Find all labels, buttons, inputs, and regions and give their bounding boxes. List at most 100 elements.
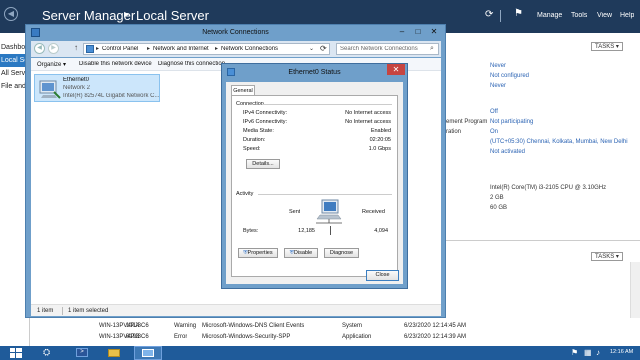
section-divider bbox=[446, 240, 640, 241]
event-source: Microsoft-Windows-Security-SPP bbox=[202, 334, 291, 340]
properties-button[interactable]: ⛨Properties bbox=[238, 248, 278, 258]
up-arrow-icon[interactable]: ↑ bbox=[74, 43, 78, 52]
adapter-item-ethernet0[interactable]: Ethernet0 Network 2 Intel(R) 82574L Giga… bbox=[34, 74, 160, 102]
taskbar-network-connections[interactable] bbox=[134, 346, 162, 360]
prop-value[interactable]: Never bbox=[490, 82, 506, 90]
ipv6-label: IPv6 Connectivity: bbox=[243, 119, 288, 125]
prop-value[interactable]: (UTC+05:30) Chennai, Kolkata, Mumbai, Ne… bbox=[490, 138, 628, 146]
taskbar-file-explorer[interactable] bbox=[102, 347, 126, 359]
bytes-divider bbox=[330, 226, 331, 235]
refresh-icon[interactable]: ⟳ bbox=[485, 9, 493, 20]
address-segment[interactable]: Network and Internet bbox=[153, 46, 209, 52]
status-selected: 1 item selected bbox=[68, 308, 109, 314]
table-row[interactable]: WIN-13PV4PJ3C6 8198 Error Microsoft-Wind… bbox=[95, 331, 635, 343]
menu-tools[interactable]: Tools bbox=[571, 12, 587, 19]
menu-manage[interactable]: Manage bbox=[537, 12, 562, 19]
menu-help[interactable]: Help bbox=[620, 12, 634, 19]
separator bbox=[500, 10, 501, 22]
window-title: Network Connections bbox=[202, 29, 269, 36]
tasks-button-top[interactable]: TASKS ▾ bbox=[591, 42, 623, 51]
prop-value[interactable]: Off bbox=[490, 108, 498, 116]
control-panel-icon bbox=[86, 45, 94, 53]
diagnose-button[interactable]: Diagnose bbox=[324, 248, 359, 258]
prop-value: 2 GB bbox=[490, 195, 504, 201]
status-bar: 1 item 1 item selected bbox=[31, 304, 441, 316]
tasks-button-events[interactable]: TASKS ▾ bbox=[591, 252, 623, 261]
duration-value: 02:20:05 bbox=[369, 137, 391, 143]
media-state-label: Media State: bbox=[243, 128, 274, 134]
event-date: 6/23/2020 12:14:39 AM bbox=[404, 334, 467, 340]
address-separator: ▸ bbox=[96, 46, 100, 52]
prop-value[interactable]: Never bbox=[490, 62, 506, 70]
dialog-title: Ethernet0 Status bbox=[288, 69, 341, 76]
dialog-close-button[interactable]: ✕ bbox=[387, 64, 405, 75]
activity-group-label: Activity bbox=[236, 191, 256, 197]
windows-logo-icon bbox=[10, 348, 22, 358]
flag-icon[interactable]: ⚑ bbox=[571, 348, 578, 357]
taskbar-powershell[interactable]: > bbox=[70, 347, 94, 359]
chevron-down-icon[interactable]: ⌄ bbox=[309, 45, 314, 52]
dialog-body: General Connection IPv4 Connectivity: No… bbox=[226, 82, 403, 284]
organize-label: Organize bbox=[37, 62, 62, 68]
adapter-device: Intel(R) 82574L Gigabit Network C... bbox=[63, 93, 159, 99]
received-label: Received bbox=[362, 209, 385, 215]
duration-label: Duration: bbox=[243, 137, 266, 143]
prop-value[interactable]: Not participating bbox=[490, 118, 533, 126]
prop-label: ration bbox=[446, 129, 462, 135]
adapter-network: Network 2 bbox=[63, 85, 91, 91]
bytes-received-value: 4,094 bbox=[374, 228, 388, 234]
search-input[interactable]: Search Network Connections ⌕ bbox=[336, 43, 439, 55]
search-icon[interactable]: ⌕ bbox=[430, 45, 434, 53]
disable-device-button[interactable]: Disable this network device bbox=[79, 61, 152, 67]
connection-group-line bbox=[262, 104, 392, 105]
properties-label: Properties bbox=[247, 250, 273, 256]
bytes-label: Bytes: bbox=[243, 228, 259, 234]
minimize-button[interactable]: – bbox=[394, 26, 410, 38]
diagnose-connection-button[interactable]: Diagnose this connection bbox=[158, 61, 225, 67]
server-manager-icon: ⛭ bbox=[43, 347, 51, 357]
network-adapter-icon bbox=[39, 80, 61, 99]
taskbar-server-manager[interactable]: ⛭ bbox=[37, 347, 61, 359]
adapter-name: Ethernet0 bbox=[63, 77, 90, 83]
clock-time[interactable]: 12:16 AM bbox=[610, 349, 633, 355]
sent-label: Sent bbox=[289, 209, 301, 215]
event-severity: Error bbox=[174, 334, 188, 340]
status-divider bbox=[62, 307, 63, 315]
tasks-label: TASKS bbox=[595, 254, 615, 260]
details-button[interactable]: Details... bbox=[246, 159, 280, 169]
event-log: Application bbox=[342, 334, 372, 340]
disable-label: Disable bbox=[293, 250, 313, 256]
media-state-value: Enabled bbox=[370, 128, 391, 134]
notifications-flag-icon[interactable]: ⚑ bbox=[514, 8, 523, 19]
network-tray-icon[interactable]: ▦ bbox=[584, 348, 592, 357]
back-button[interactable]: ◀ bbox=[4, 7, 18, 21]
prop-value[interactable]: Not configured bbox=[490, 72, 529, 80]
address-bar[interactable]: ▸ Control Panel ▸ Network and Internet ▸… bbox=[83, 43, 330, 55]
back-arrow-icon[interactable]: ◀ bbox=[34, 43, 45, 54]
event-server: WIN-13PV4PJ3C6 bbox=[99, 334, 149, 340]
breadcrumb-page: Local Server bbox=[136, 8, 209, 23]
address-separator: ▸ bbox=[147, 46, 151, 52]
address-segment[interactable]: Network Connections bbox=[221, 46, 278, 52]
volume-icon[interactable]: ♪ bbox=[596, 348, 600, 357]
prop-value: 60 GB bbox=[490, 205, 508, 211]
forward-arrow-icon[interactable]: ▶ bbox=[48, 43, 59, 54]
ipv6-value: No Internet access bbox=[345, 119, 391, 125]
refresh-icon[interactable]: ⟳ bbox=[320, 44, 327, 53]
start-button[interactable] bbox=[3, 347, 29, 359]
close-button[interactable]: Close bbox=[366, 270, 399, 281]
menu-view[interactable]: View bbox=[597, 12, 612, 19]
disable-button[interactable]: ⛨Disable bbox=[284, 248, 318, 258]
prop-value[interactable]: Not activated bbox=[490, 148, 525, 156]
prop-value[interactable]: On bbox=[490, 128, 498, 136]
maximize-button[interactable]: □ bbox=[410, 26, 426, 38]
address-segment[interactable]: Control Panel bbox=[102, 46, 138, 52]
organize-menu[interactable]: Organize ▾ bbox=[37, 61, 66, 68]
status-item-count: 1 item bbox=[37, 308, 54, 314]
network-icon bbox=[142, 349, 154, 357]
ipv4-value: No Internet access bbox=[345, 110, 391, 116]
event-id: 8198 bbox=[126, 334, 140, 340]
breadcrumb-separator: ▸ bbox=[124, 9, 130, 20]
close-button[interactable]: ✕ bbox=[426, 26, 442, 38]
prop-label: ement Program bbox=[446, 119, 488, 125]
